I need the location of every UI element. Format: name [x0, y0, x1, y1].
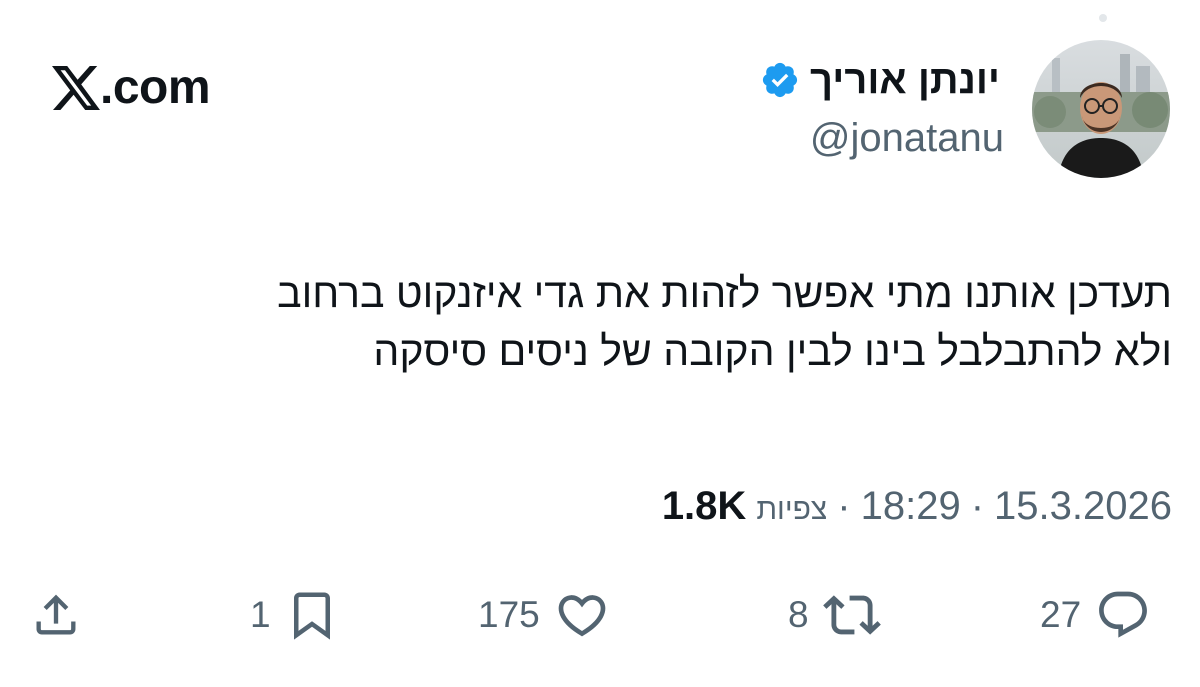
tweet-time[interactable]: 18:29 [861, 480, 961, 532]
reply-button[interactable]: 27 [1040, 585, 1151, 645]
action-bar: 1 175 8 27 [0, 585, 1200, 645]
bookmark-button[interactable]: 1 [250, 585, 339, 645]
views-label: צפיות [756, 493, 828, 526]
share-button[interactable] [30, 585, 82, 645]
author-name-row: יונתן אוריך [760, 56, 1000, 104]
tweet-date[interactable]: 15.3.2026 [994, 480, 1172, 532]
x-logo: .com [52, 60, 211, 116]
tweet-line-1: תעדכן אותנו מתי אפשר לזהות את גדי איזנקו… [277, 270, 1172, 316]
reply-icon [1099, 591, 1148, 638]
top-indicator-dot [1099, 14, 1107, 22]
bookmark-count: 1 [250, 594, 271, 635]
author-name[interactable]: יונתן אוריך [810, 56, 1000, 104]
tweet-line-2: ולא להתבלבל בינו לבין הקובה של ניסים סיס… [373, 328, 1172, 374]
x-logo-wordmark: .com [100, 61, 211, 114]
x-logo-icon [52, 66, 100, 110]
like-count: 175 [478, 594, 540, 635]
meta-separator: · [970, 484, 985, 528]
bookmark-icon [293, 592, 330, 640]
repost-count: 8 [788, 594, 809, 635]
author-handle[interactable]: @jonatanu [810, 114, 1004, 162]
tweet-meta: 1.8K צפיות · 18:29 · 15.3.2026 [662, 480, 1172, 536]
heart-icon [558, 595, 606, 637]
share-icon [36, 594, 76, 635]
reply-count: 27 [1040, 594, 1082, 635]
repost-icon [822, 595, 881, 635]
views-count[interactable]: 1.8K [662, 480, 747, 532]
verified-badge-icon [762, 62, 798, 98]
like-button[interactable]: 175 [478, 585, 610, 645]
meta-separator: · [837, 484, 851, 528]
repost-button[interactable]: 8 [788, 585, 881, 645]
avatar[interactable] [1032, 40, 1170, 178]
tweet-text: תעדכן אותנו מתי אפשר לזהות את גדי איזנקו… [72, 264, 1172, 380]
